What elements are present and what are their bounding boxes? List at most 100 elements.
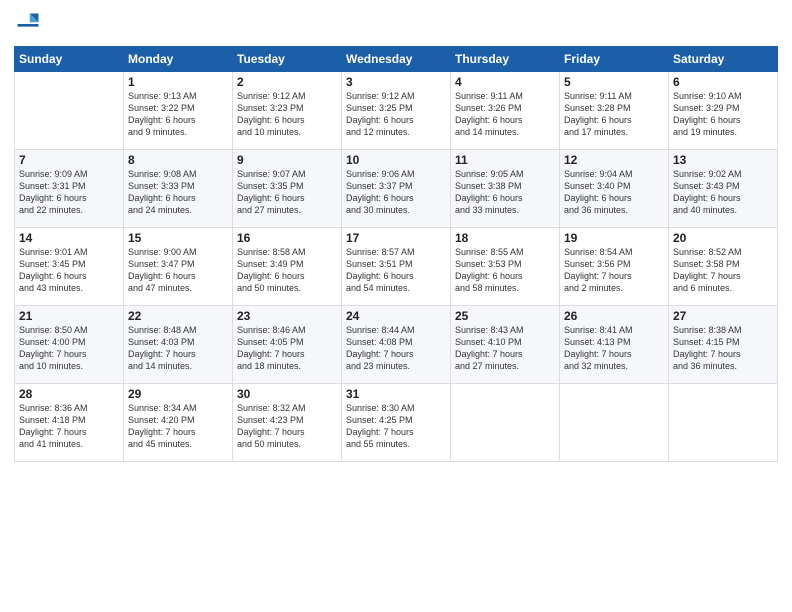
day-number: 29 <box>128 387 228 401</box>
day-info: Sunrise: 8:38 AM Sunset: 4:15 PM Dayligh… <box>673 324 773 373</box>
day-info: Sunrise: 9:10 AM Sunset: 3:29 PM Dayligh… <box>673 90 773 139</box>
day-info: Sunrise: 9:01 AM Sunset: 3:45 PM Dayligh… <box>19 246 119 295</box>
day-info: Sunrise: 9:02 AM Sunset: 3:43 PM Dayligh… <box>673 168 773 217</box>
calendar-cell: 8Sunrise: 9:08 AM Sunset: 3:33 PM Daylig… <box>124 150 233 228</box>
day-number: 18 <box>455 231 555 245</box>
calendar-cell: 7Sunrise: 9:09 AM Sunset: 3:31 PM Daylig… <box>15 150 124 228</box>
day-info: Sunrise: 9:11 AM Sunset: 3:28 PM Dayligh… <box>564 90 664 139</box>
day-header-sunday: Sunday <box>15 47 124 72</box>
day-info: Sunrise: 8:43 AM Sunset: 4:10 PM Dayligh… <box>455 324 555 373</box>
calendar-week-4: 21Sunrise: 8:50 AM Sunset: 4:00 PM Dayli… <box>15 306 778 384</box>
day-number: 7 <box>19 153 119 167</box>
day-number: 24 <box>346 309 446 323</box>
day-number: 19 <box>564 231 664 245</box>
day-info: Sunrise: 9:13 AM Sunset: 3:22 PM Dayligh… <box>128 90 228 139</box>
day-info: Sunrise: 9:12 AM Sunset: 3:23 PM Dayligh… <box>237 90 337 139</box>
day-number: 5 <box>564 75 664 89</box>
day-info: Sunrise: 8:48 AM Sunset: 4:03 PM Dayligh… <box>128 324 228 373</box>
day-info: Sunrise: 8:36 AM Sunset: 4:18 PM Dayligh… <box>19 402 119 451</box>
day-info: Sunrise: 8:58 AM Sunset: 3:49 PM Dayligh… <box>237 246 337 295</box>
calendar-cell: 11Sunrise: 9:05 AM Sunset: 3:38 PM Dayli… <box>451 150 560 228</box>
calendar-week-2: 7Sunrise: 9:09 AM Sunset: 3:31 PM Daylig… <box>15 150 778 228</box>
day-number: 1 <box>128 75 228 89</box>
calendar-cell: 25Sunrise: 8:43 AM Sunset: 4:10 PM Dayli… <box>451 306 560 384</box>
calendar-cell: 24Sunrise: 8:44 AM Sunset: 4:08 PM Dayli… <box>342 306 451 384</box>
calendar-body: 1Sunrise: 9:13 AM Sunset: 3:22 PM Daylig… <box>15 72 778 462</box>
logo <box>14 10 46 38</box>
day-info: Sunrise: 9:09 AM Sunset: 3:31 PM Dayligh… <box>19 168 119 217</box>
calendar-cell <box>669 384 778 462</box>
calendar-cell <box>560 384 669 462</box>
calendar-cell: 20Sunrise: 8:52 AM Sunset: 3:58 PM Dayli… <box>669 228 778 306</box>
day-number: 20 <box>673 231 773 245</box>
calendar-cell: 30Sunrise: 8:32 AM Sunset: 4:23 PM Dayli… <box>233 384 342 462</box>
day-number: 6 <box>673 75 773 89</box>
day-number: 25 <box>455 309 555 323</box>
day-header-wednesday: Wednesday <box>342 47 451 72</box>
day-number: 27 <box>673 309 773 323</box>
day-info: Sunrise: 9:07 AM Sunset: 3:35 PM Dayligh… <box>237 168 337 217</box>
day-header-tuesday: Tuesday <box>233 47 342 72</box>
day-info: Sunrise: 9:04 AM Sunset: 3:40 PM Dayligh… <box>564 168 664 217</box>
day-number: 15 <box>128 231 228 245</box>
calendar-cell: 1Sunrise: 9:13 AM Sunset: 3:22 PM Daylig… <box>124 72 233 150</box>
day-number: 11 <box>455 153 555 167</box>
calendar-cell: 21Sunrise: 8:50 AM Sunset: 4:00 PM Dayli… <box>15 306 124 384</box>
page: SundayMondayTuesdayWednesdayThursdayFrid… <box>0 0 792 612</box>
calendar-cell: 9Sunrise: 9:07 AM Sunset: 3:35 PM Daylig… <box>233 150 342 228</box>
day-number: 4 <box>455 75 555 89</box>
calendar-cell: 4Sunrise: 9:11 AM Sunset: 3:26 PM Daylig… <box>451 72 560 150</box>
calendar-cell: 5Sunrise: 9:11 AM Sunset: 3:28 PM Daylig… <box>560 72 669 150</box>
day-info: Sunrise: 8:44 AM Sunset: 4:08 PM Dayligh… <box>346 324 446 373</box>
calendar-cell: 19Sunrise: 8:54 AM Sunset: 3:56 PM Dayli… <box>560 228 669 306</box>
calendar-cell: 22Sunrise: 8:48 AM Sunset: 4:03 PM Dayli… <box>124 306 233 384</box>
day-info: Sunrise: 9:08 AM Sunset: 3:33 PM Dayligh… <box>128 168 228 217</box>
day-info: Sunrise: 9:00 AM Sunset: 3:47 PM Dayligh… <box>128 246 228 295</box>
day-number: 2 <box>237 75 337 89</box>
day-info: Sunrise: 8:46 AM Sunset: 4:05 PM Dayligh… <box>237 324 337 373</box>
day-number: 22 <box>128 309 228 323</box>
calendar-cell <box>451 384 560 462</box>
calendar-cell: 23Sunrise: 8:46 AM Sunset: 4:05 PM Dayli… <box>233 306 342 384</box>
calendar-cell: 6Sunrise: 9:10 AM Sunset: 3:29 PM Daylig… <box>669 72 778 150</box>
calendar-cell: 10Sunrise: 9:06 AM Sunset: 3:37 PM Dayli… <box>342 150 451 228</box>
header <box>14 10 778 38</box>
logo-icon <box>14 10 42 38</box>
calendar-cell: 15Sunrise: 9:00 AM Sunset: 3:47 PM Dayli… <box>124 228 233 306</box>
day-number: 28 <box>19 387 119 401</box>
day-number: 3 <box>346 75 446 89</box>
day-number: 17 <box>346 231 446 245</box>
calendar-cell: 18Sunrise: 8:55 AM Sunset: 3:53 PM Dayli… <box>451 228 560 306</box>
day-info: Sunrise: 8:30 AM Sunset: 4:25 PM Dayligh… <box>346 402 446 451</box>
day-info: Sunrise: 9:06 AM Sunset: 3:37 PM Dayligh… <box>346 168 446 217</box>
day-header-saturday: Saturday <box>669 47 778 72</box>
day-info: Sunrise: 8:54 AM Sunset: 3:56 PM Dayligh… <box>564 246 664 295</box>
calendar-table: SundayMondayTuesdayWednesdayThursdayFrid… <box>14 46 778 462</box>
day-info: Sunrise: 8:34 AM Sunset: 4:20 PM Dayligh… <box>128 402 228 451</box>
calendar-week-5: 28Sunrise: 8:36 AM Sunset: 4:18 PM Dayli… <box>15 384 778 462</box>
day-info: Sunrise: 9:12 AM Sunset: 3:25 PM Dayligh… <box>346 90 446 139</box>
header-row: SundayMondayTuesdayWednesdayThursdayFrid… <box>15 47 778 72</box>
calendar-cell: 2Sunrise: 9:12 AM Sunset: 3:23 PM Daylig… <box>233 72 342 150</box>
day-info: Sunrise: 9:11 AM Sunset: 3:26 PM Dayligh… <box>455 90 555 139</box>
day-number: 30 <box>237 387 337 401</box>
day-header-friday: Friday <box>560 47 669 72</box>
day-number: 26 <box>564 309 664 323</box>
day-number: 10 <box>346 153 446 167</box>
day-number: 16 <box>237 231 337 245</box>
calendar-cell: 27Sunrise: 8:38 AM Sunset: 4:15 PM Dayli… <box>669 306 778 384</box>
calendar-header: SundayMondayTuesdayWednesdayThursdayFrid… <box>15 47 778 72</box>
calendar-cell: 3Sunrise: 9:12 AM Sunset: 3:25 PM Daylig… <box>342 72 451 150</box>
day-number: 13 <box>673 153 773 167</box>
calendar-cell: 31Sunrise: 8:30 AM Sunset: 4:25 PM Dayli… <box>342 384 451 462</box>
day-number: 8 <box>128 153 228 167</box>
day-number: 23 <box>237 309 337 323</box>
day-header-thursday: Thursday <box>451 47 560 72</box>
calendar-cell: 16Sunrise: 8:58 AM Sunset: 3:49 PM Dayli… <box>233 228 342 306</box>
calendar-cell <box>15 72 124 150</box>
calendar-cell: 13Sunrise: 9:02 AM Sunset: 3:43 PM Dayli… <box>669 150 778 228</box>
calendar-cell: 29Sunrise: 8:34 AM Sunset: 4:20 PM Dayli… <box>124 384 233 462</box>
day-info: Sunrise: 8:50 AM Sunset: 4:00 PM Dayligh… <box>19 324 119 373</box>
day-number: 12 <box>564 153 664 167</box>
day-info: Sunrise: 9:05 AM Sunset: 3:38 PM Dayligh… <box>455 168 555 217</box>
